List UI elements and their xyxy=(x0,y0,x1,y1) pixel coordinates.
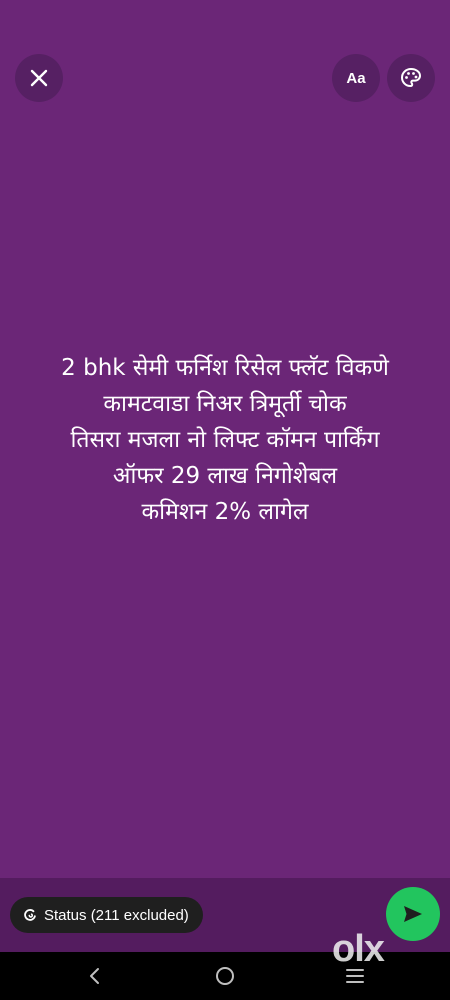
nav-back-button[interactable] xyxy=(83,964,107,988)
close-icon xyxy=(30,69,48,87)
olx-watermark-text: olx xyxy=(332,928,385,970)
status-text-line: कमिशन 2% लागेल xyxy=(141,499,309,525)
status-composer-screen: Aa 2 bhk सेमी फर्निश रिसेल फ्लॅट विकणे क… xyxy=(0,0,450,1000)
olx-watermark-logo: olx xyxy=(332,928,418,970)
color-palette-button[interactable] xyxy=(387,54,435,102)
font-style-button[interactable]: Aa xyxy=(332,54,380,102)
close-button[interactable] xyxy=(15,54,63,102)
status-audience-chip[interactable]: Status (211 excluded) xyxy=(10,897,203,933)
font-style-label: Aa xyxy=(346,69,366,87)
status-text-line: ऑफर 29 लाख निगोशेबल xyxy=(112,463,338,489)
send-icon xyxy=(404,906,422,922)
palette-icon xyxy=(400,67,422,88)
status-text-line: तिसरा मजला नो लिफ्ट कॉमन पार्किंग xyxy=(70,427,380,453)
status-audience-label: Status (211 excluded) xyxy=(44,906,189,924)
privacy-icon xyxy=(24,909,36,921)
home-icon xyxy=(216,967,234,985)
status-text-line: कामटवाडा निअर त्रिमूर्ती चोक xyxy=(103,391,347,417)
back-icon xyxy=(90,968,99,984)
status-text-line: 2 bhk सेमी फर्निश रिसेल फ्लॅट विकणे xyxy=(61,355,389,381)
nav-home-button[interactable] xyxy=(213,964,237,988)
status-text[interactable]: 2 bhk सेमी फर्निश रिसेल फ्लॅट विकणे कामट… xyxy=(10,350,440,530)
